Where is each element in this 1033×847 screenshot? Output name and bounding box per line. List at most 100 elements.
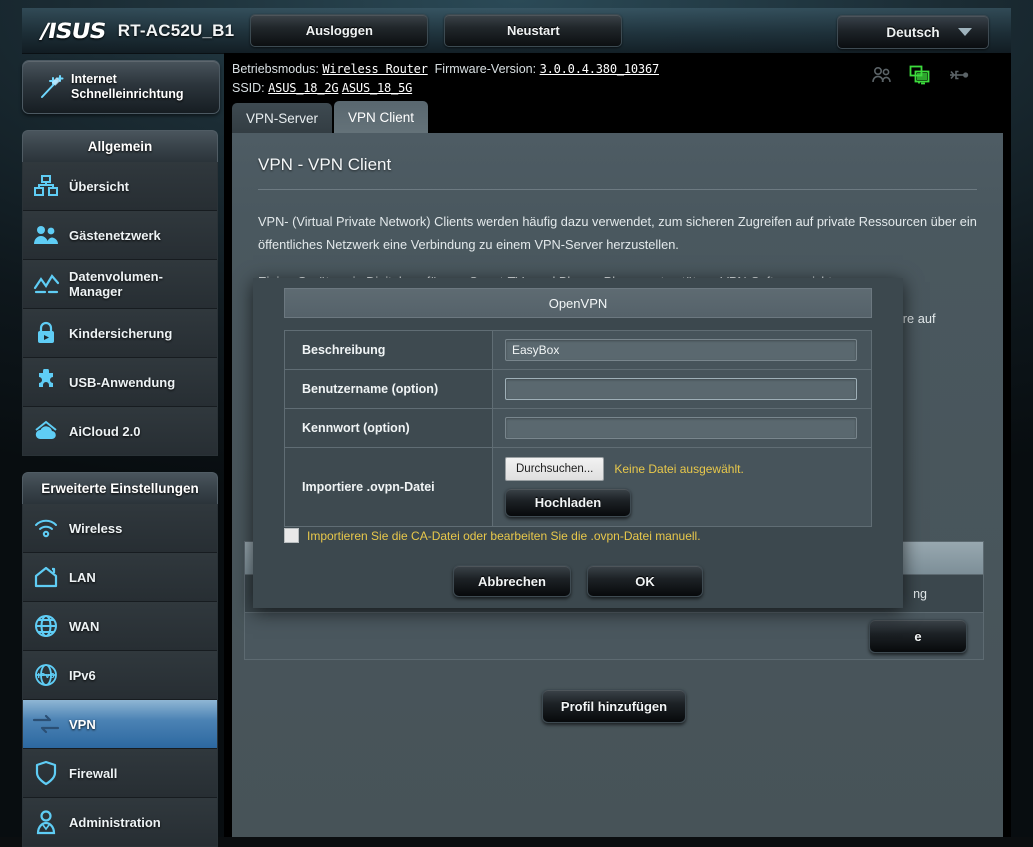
field-value-cell bbox=[493, 370, 871, 408]
modal-form: Beschreibung Benutzername (option) Kennw… bbox=[284, 330, 872, 527]
table-action-button[interactable]: e bbox=[869, 619, 967, 653]
network-map-icon bbox=[23, 174, 69, 198]
puzzle-icon bbox=[23, 369, 69, 395]
modal-title: OpenVPN bbox=[284, 288, 872, 318]
sidebar-item-vpn[interactable]: VPN bbox=[23, 700, 217, 749]
cancel-button[interactable]: Abbrechen bbox=[453, 565, 571, 597]
tab-vpn-client[interactable]: VPN Client bbox=[334, 101, 428, 133]
sidebar-item-label: Kindersicherung bbox=[69, 326, 172, 341]
logout-button[interactable]: Ausloggen bbox=[250, 14, 428, 47]
ca-import-checkbox[interactable] bbox=[284, 528, 299, 543]
magic-wand-icon bbox=[31, 72, 71, 102]
field-row-import-ovpn: Importiere .ovpn-Datei Durchsuchen... Ke… bbox=[285, 448, 871, 526]
usb-icon[interactable] bbox=[947, 66, 969, 90]
language-label: Deutsch bbox=[886, 25, 939, 40]
field-label: Benutzername (option) bbox=[285, 370, 493, 408]
sidebar-item-wan[interactable]: WAN bbox=[23, 602, 217, 651]
operation-mode-value[interactable]: Wireless Router bbox=[322, 62, 427, 76]
title-divider bbox=[258, 189, 977, 190]
modal-action-buttons: Abbrechen OK bbox=[253, 565, 903, 597]
status-icon-group bbox=[871, 65, 969, 91]
sidebar-item-usb-anwendung[interactable]: USB-Anwendung bbox=[23, 358, 217, 407]
quick-setup-line2: Schnelleinrichtung bbox=[71, 87, 184, 102]
sidebar-item-label: Administration bbox=[69, 815, 161, 830]
tab-bar: VPN-Server VPN Client bbox=[232, 101, 430, 133]
field-value-cell bbox=[493, 409, 871, 447]
openvpn-modal-dialog: OpenVPN Beschreibung Benutzername (optio… bbox=[253, 278, 903, 608]
sidebar-item-administration[interactable]: Administration bbox=[23, 798, 217, 846]
sidebar-item-label: LAN bbox=[69, 570, 96, 585]
field-label: Kennwort (option) bbox=[285, 409, 493, 447]
person-icon bbox=[23, 809, 69, 835]
asus-logo: /ISUS bbox=[38, 19, 107, 43]
chevron-down-icon bbox=[958, 28, 972, 36]
file-chooser-line: Durchsuchen... Keine Datei ausgewählt. bbox=[505, 457, 744, 481]
ca-import-label: Importieren Sie die CA-Datei oder bearbe… bbox=[307, 529, 701, 543]
operation-mode-label: Betriebsmodus: bbox=[232, 62, 319, 76]
sidebar-item-gaestenetzwerk[interactable]: Gästenetzwerk bbox=[23, 211, 217, 260]
firmware-label: Firmware-Version: bbox=[435, 62, 536, 76]
sidebar-item-label: WAN bbox=[69, 619, 99, 634]
sidebar-item-datenvolumen-manager[interactable]: Datenvolumen-Manager bbox=[23, 260, 217, 309]
sidebar-item-wireless[interactable]: Wireless bbox=[23, 504, 217, 553]
sidebar-item-firewall[interactable]: Firewall bbox=[23, 749, 217, 798]
sidebar-group-advanced-title: Erweiterte Einstellungen bbox=[22, 472, 218, 504]
sidebar-item-label: Übersicht bbox=[69, 179, 129, 194]
language-selector[interactable]: Deutsch bbox=[837, 15, 989, 49]
sidebar-item-label: Datenvolumen-Manager bbox=[69, 269, 163, 299]
sidebar-item-label: VPN bbox=[69, 717, 96, 732]
ssid-5g-value[interactable]: ASUS_18_5G bbox=[342, 81, 412, 95]
quick-setup-line1: Internet bbox=[71, 72, 184, 87]
password-input[interactable] bbox=[505, 417, 857, 439]
field-row-description: Beschreibung bbox=[285, 331, 871, 370]
sidebar-item-aicloud[interactable]: AiCloud 2.0 bbox=[23, 407, 217, 455]
reboot-button[interactable]: Neustart bbox=[444, 14, 622, 47]
table-row: e bbox=[245, 613, 983, 659]
firmware-value[interactable]: 3.0.0.4.380_10367 bbox=[540, 62, 659, 76]
vpn-arrows-icon bbox=[23, 713, 69, 735]
field-row-password: Kennwort (option) bbox=[285, 409, 871, 448]
browse-file-button[interactable]: Durchsuchen... bbox=[505, 457, 604, 481]
router-model-name: RT-AC52U_B1 bbox=[118, 21, 235, 41]
sidebar-advanced-list: Wireless LAN WAN bbox=[22, 504, 218, 847]
ssid-2g-value[interactable]: ASUS_18_2G bbox=[268, 81, 338, 95]
shield-icon bbox=[23, 760, 69, 786]
field-label: Beschreibung bbox=[285, 331, 493, 369]
sidebar-general-list: Übersicht Gästenetzwerk Dat bbox=[22, 162, 218, 456]
home-icon bbox=[23, 565, 69, 589]
tab-vpn-server[interactable]: VPN-Server bbox=[232, 103, 332, 133]
add-profile-button[interactable]: Profil hinzufügen bbox=[542, 689, 686, 723]
network-monitor-icon[interactable] bbox=[909, 65, 931, 91]
sidebar-item-label: Gästenetzwerk bbox=[69, 228, 161, 243]
sidebar-item-label: Wireless bbox=[69, 521, 122, 536]
sidebar-item-ipv6[interactable]: IPv6 IPv6 bbox=[23, 651, 217, 700]
ok-button[interactable]: OK bbox=[587, 565, 703, 597]
ssid-label: SSID: bbox=[232, 81, 265, 95]
paragraph-1: VPN- (Virtual Private Network) Clients w… bbox=[258, 210, 977, 256]
traffic-chart-icon bbox=[23, 272, 69, 296]
sidebar-item-uebersicht[interactable]: Übersicht bbox=[23, 162, 217, 211]
svg-text:IPv6: IPv6 bbox=[37, 672, 54, 680]
clients-icon[interactable] bbox=[871, 66, 893, 90]
description-input[interactable] bbox=[505, 339, 857, 361]
page-title: VPN - VPN Client bbox=[258, 155, 977, 189]
username-input[interactable] bbox=[505, 378, 857, 400]
lock-icon bbox=[23, 320, 69, 346]
ipv6-globe-icon: IPv6 bbox=[23, 662, 69, 688]
upload-button[interactable]: Hochladen bbox=[505, 488, 631, 517]
router-admin-page: /ISUS RT-AC52U_B1 Ausloggen Neustart Deu… bbox=[0, 0, 1033, 837]
sidebar-group-general: Allgemein Übersicht bbox=[22, 130, 218, 456]
sidebar-group-advanced: Erweiterte Einstellungen Wireless bbox=[22, 472, 218, 847]
field-label: Importiere .ovpn-Datei bbox=[285, 448, 493, 526]
top-header-bar: /ISUS RT-AC52U_B1 Ausloggen Neustart Deu… bbox=[22, 8, 1011, 54]
sidebar-item-lan[interactable]: LAN bbox=[23, 553, 217, 602]
field-value-cell: Durchsuchen... Keine Datei ausgewählt. H… bbox=[493, 448, 871, 526]
field-value-cell bbox=[493, 331, 871, 369]
sidebar-item-label: AiCloud 2.0 bbox=[69, 424, 141, 439]
no-file-selected-text: Keine Datei ausgewählt. bbox=[614, 462, 743, 476]
cloud-home-icon bbox=[23, 419, 69, 443]
system-info-bar: Betriebsmodus: Wireless Router Firmware-… bbox=[224, 53, 1011, 101]
sidebar-item-kindersicherung[interactable]: Kindersicherung bbox=[23, 309, 217, 358]
internet-quick-setup-button[interactable]: Internet Schnelleinrichtung bbox=[22, 60, 220, 114]
sidebar-item-label: USB-Anwendung bbox=[69, 375, 175, 390]
